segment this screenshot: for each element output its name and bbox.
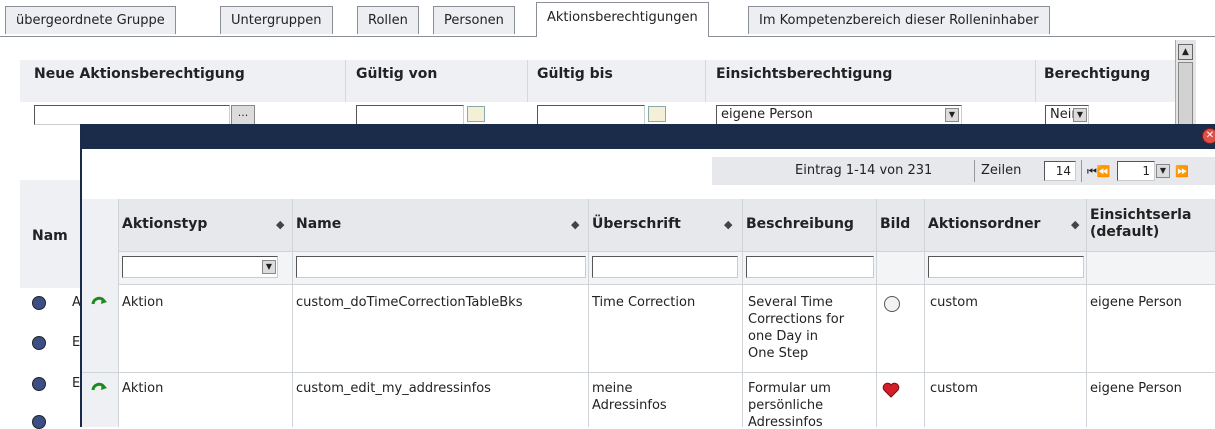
column-divider <box>588 199 589 427</box>
tab-action-permissions[interactable]: Aktionsberechtigungen <box>536 2 709 37</box>
col-name[interactable]: Name <box>296 216 341 232</box>
item-icon[interactable] <box>32 377 46 391</box>
next-page-icon[interactable]: ⏩ <box>1175 165 1189 178</box>
refresh-icon[interactable] <box>90 296 108 310</box>
column-divider <box>705 60 706 102</box>
heading-line: Adressinfos <box>592 398 667 413</box>
column-divider <box>924 199 925 427</box>
list-item-letter: E <box>72 335 81 350</box>
entries-count: Eintrag 1-14 von 231 <box>795 163 933 178</box>
calendar-icon[interactable] <box>648 106 666 122</box>
tab-subgroups[interactable]: Untergruppen <box>220 6 333 34</box>
col-heading[interactable]: Überschrift <box>592 216 681 232</box>
sort-icon[interactable]: ◆ <box>1071 218 1079 231</box>
close-icon[interactable]: ✕ <box>1202 128 1215 144</box>
description-filter[interactable] <box>746 256 874 278</box>
column-divider <box>1086 199 1087 427</box>
row1-description: Several Time Corrections for one Day in … <box>748 294 844 362</box>
view-permission-select[interactable]: eigene Person <box>716 105 962 125</box>
header-permission: Berechtigung <box>1044 66 1151 82</box>
description-line: Corrections for <box>748 312 845 327</box>
chevron-down-icon[interactable]: ▼ <box>262 260 276 274</box>
new-permission-input[interactable] <box>34 105 230 125</box>
rows-per-page-input[interactable]: 14 <box>1044 161 1076 181</box>
rows-label: Zeilen <box>981 163 1022 178</box>
column-divider <box>1035 60 1036 102</box>
row2-name[interactable]: custom_edit_my_addressinfos <box>296 380 491 397</box>
chevron-down-icon[interactable]: ▼ <box>945 108 959 122</box>
col-description[interactable]: Beschreibung <box>746 216 854 232</box>
column-divider <box>118 199 119 427</box>
calendar-icon[interactable] <box>467 106 485 122</box>
row1-action-type: Aktion <box>122 295 164 310</box>
valid-from-input[interactable] <box>356 105 464 125</box>
row2-view-default: eigene Person <box>1090 381 1182 396</box>
column-divider <box>345 60 346 102</box>
tab-persons[interactable]: Personen <box>433 6 515 34</box>
heart-icon <box>882 382 900 398</box>
name-filter[interactable] <box>296 256 586 278</box>
header-valid-to: Gültig bis <box>537 66 613 82</box>
column-divider <box>876 199 877 427</box>
col-action-type[interactable]: Aktionstyp <box>122 216 207 232</box>
action-picker-popup: ✕ Eintrag 1-14 von 231 Zeilen 14 ⏮⏪ 1 ▼ … <box>80 124 1215 427</box>
item-icon[interactable] <box>32 296 46 310</box>
header-new-permission: Neue Aktionsberechtigung <box>34 66 245 82</box>
row2-heading: meine Adressinfos <box>592 380 667 414</box>
popup-titlebar <box>82 124 1215 149</box>
action-folder-filter[interactable] <box>928 256 1084 278</box>
description-line: One Step <box>748 346 809 361</box>
row2-action-type: Aktion <box>122 381 164 396</box>
first-prev-page-icon[interactable]: ⏮⏪ <box>1087 165 1111 179</box>
tab-parent-group[interactable]: übergeordnete Gruppe <box>5 6 176 34</box>
tab-roles[interactable]: Rollen <box>357 6 419 34</box>
column-divider <box>742 199 743 427</box>
row-separator <box>82 372 1215 373</box>
description-line: Formular um <box>748 381 831 396</box>
row1-view-default: eigene Person <box>1090 295 1182 310</box>
pager-divider <box>1081 160 1082 182</box>
header-valid-from: Gültig von <box>356 66 438 82</box>
heading-line: meine <box>592 381 633 396</box>
description-line: one Day in <box>748 329 818 344</box>
chevron-down-icon[interactable]: ▼ <box>1156 164 1170 178</box>
sort-icon[interactable]: ◆ <box>724 218 732 231</box>
row2-description: Formular um persönliche Adressinfos <box>748 380 831 427</box>
heading-filter[interactable] <box>592 256 738 278</box>
valid-to-input[interactable] <box>537 105 645 125</box>
description-line: persönliche <box>748 398 824 413</box>
action-type-filter[interactable] <box>122 256 278 278</box>
description-line: Adressinfos <box>748 415 823 427</box>
refresh-icon[interactable] <box>90 382 108 396</box>
sort-icon[interactable]: ◆ <box>571 218 579 231</box>
page-select[interactable]: 1 <box>1117 161 1155 181</box>
browse-button[interactable]: ... <box>231 105 255 125</box>
row1-name[interactable]: custom_doTimeCorrectionTableBks <box>296 294 522 311</box>
scroll-up-icon[interactable]: ▲ <box>1178 44 1193 60</box>
header-name-partial: Nam <box>32 228 68 244</box>
column-divider <box>527 60 528 102</box>
row2-action-folder: custom <box>930 381 978 396</box>
chevron-down-icon[interactable]: ▼ <box>1073 108 1087 122</box>
sort-icon[interactable]: ◆ <box>276 218 284 231</box>
row1-heading: Time Correction <box>592 295 696 310</box>
col-action-folder[interactable]: Aktionsordner <box>928 216 1040 232</box>
description-line: Several Time <box>748 295 833 310</box>
header-view-permission: Einsichtsberechtigung <box>716 66 893 82</box>
tab-competence-area[interactable]: Im Kompetenzbereich dieser Rolleninhaber <box>748 6 1050 34</box>
pager-divider <box>974 160 975 182</box>
item-icon[interactable] <box>32 336 46 350</box>
clock-icon <box>884 296 900 312</box>
column-divider <box>292 199 293 427</box>
col-image[interactable]: Bild <box>880 216 910 232</box>
row1-action-folder: custom <box>930 295 978 310</box>
col-view-default-sub: (default) <box>1090 224 1160 240</box>
tab-bar: übergeordnete Gruppe Untergruppen Rollen… <box>0 0 1215 37</box>
list-item-letter: E <box>72 376 81 391</box>
col-view-default[interactable]: Einsichtserla <box>1090 207 1191 223</box>
